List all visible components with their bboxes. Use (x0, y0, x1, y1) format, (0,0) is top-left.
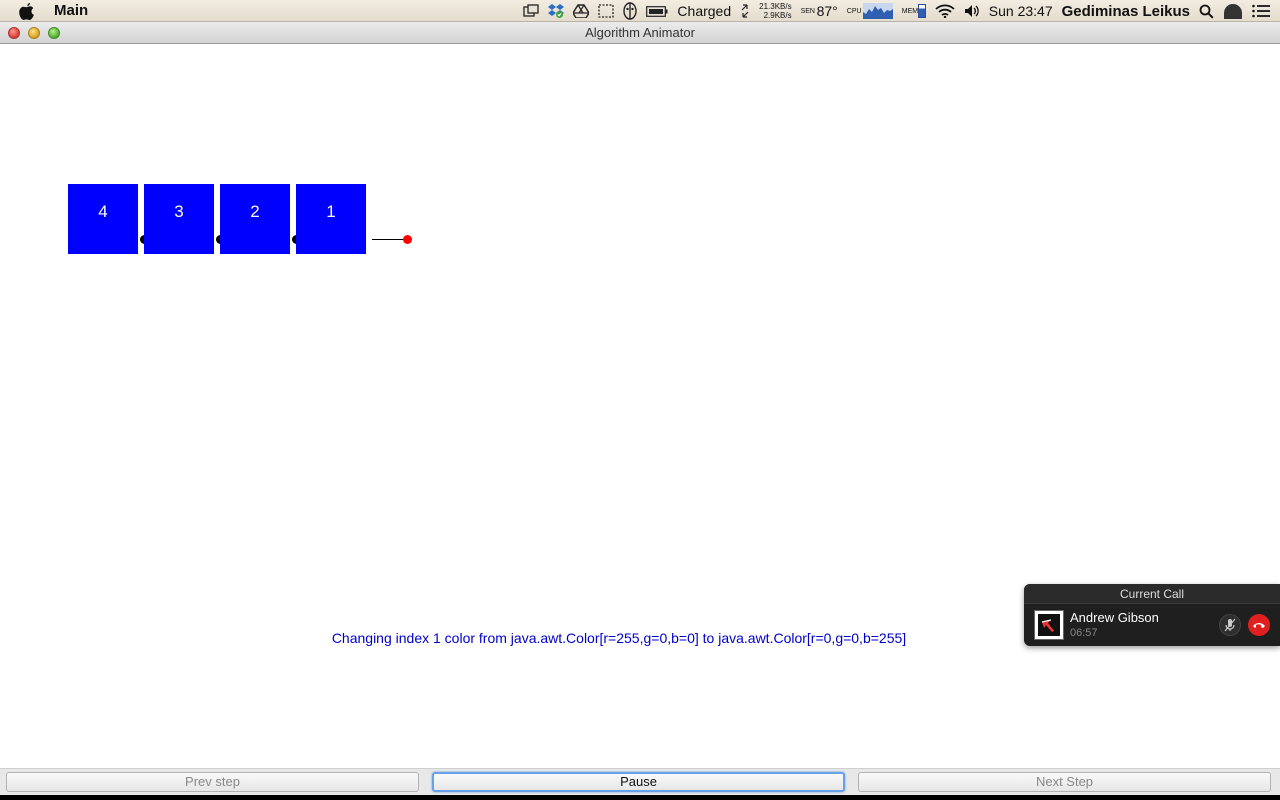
spotlight-search-icon[interactable] (1199, 0, 1214, 22)
wifi-icon[interactable] (935, 0, 955, 22)
memory-bar[interactable] (917, 4, 926, 18)
app-menu-title[interactable]: Main (54, 2, 88, 19)
mute-button[interactable] (1219, 614, 1241, 636)
hang-up-button[interactable] (1248, 614, 1270, 636)
caller-name: Andrew Gibson (1070, 610, 1159, 625)
window-close-button[interactable] (8, 27, 20, 39)
apple-menu-icon[interactable] (18, 2, 36, 20)
window-switch-icon[interactable] (523, 0, 540, 22)
dropbox-icon[interactable] (548, 0, 565, 22)
window-title: Algorithm Animator (585, 25, 695, 40)
call-duration: 06:57 (1070, 627, 1098, 639)
volume-icon[interactable] (964, 0, 980, 22)
list-node: 2 (220, 184, 290, 254)
screenshot-icon[interactable] (598, 0, 615, 22)
window-title-bar[interactable]: Algorithm Animator (0, 22, 1280, 44)
prev-step-button[interactable]: Prev step (6, 772, 419, 792)
pause-button[interactable]: Pause (432, 772, 845, 792)
control-bar: Prev step Pause Next Step (0, 768, 1280, 795)
current-call-panel: Current Call Andrew Gibson 06:57 (1024, 584, 1280, 646)
battery-icon[interactable] (646, 0, 668, 22)
list-node: 4 (68, 184, 138, 254)
mask-icon[interactable] (623, 0, 638, 22)
window-zoom-button[interactable] (48, 27, 60, 39)
call-header: Current Call (1024, 584, 1280, 604)
menu-bar: Main Charged 21.3KB/s 2.9KB/s SEN 87° CP… (0, 0, 1280, 22)
null-pointer-line (372, 239, 406, 240)
profile-icon[interactable] (1223, 0, 1243, 22)
net-upload-speed: 21.3KB/s (759, 2, 792, 11)
temperature-reading[interactable]: 87° (817, 3, 838, 19)
clock[interactable]: Sun 23:47 (989, 3, 1053, 19)
phone-hangup-icon (1253, 623, 1265, 628)
google-drive-icon[interactable] (573, 0, 590, 22)
battery-status: Charged (677, 3, 732, 19)
cpu-label: CPU (846, 7, 862, 15)
network-activity-icon (740, 0, 750, 22)
bottom-edge (0, 795, 1280, 800)
notification-center-icon[interactable] (1252, 0, 1270, 22)
microphone-icon (1224, 618, 1236, 632)
list-node: 1 (296, 184, 366, 254)
network-speed: 21.3KB/s 2.9KB/s (759, 2, 791, 20)
sensor-label: SEN (800, 7, 815, 15)
null-pointer-dot (403, 235, 412, 244)
net-download-speed: 2.9KB/s (763, 11, 792, 20)
cpu-graph[interactable] (862, 3, 893, 19)
list-node: 3 (144, 184, 214, 254)
menu-status-area: Charged 21.3KB/s 2.9KB/s SEN 87° CPU MEM… (523, 0, 1280, 22)
animation-canvas: 4 3 2 1 Changing index 1 color from java… (0, 44, 1280, 768)
window-minimize-button[interactable] (28, 27, 40, 39)
mem-label: MEM (901, 7, 919, 15)
user-menu[interactable]: Gediminas Leikus (1062, 3, 1190, 20)
next-step-button[interactable]: Next Step (858, 772, 1271, 792)
caller-avatar (1034, 610, 1064, 640)
